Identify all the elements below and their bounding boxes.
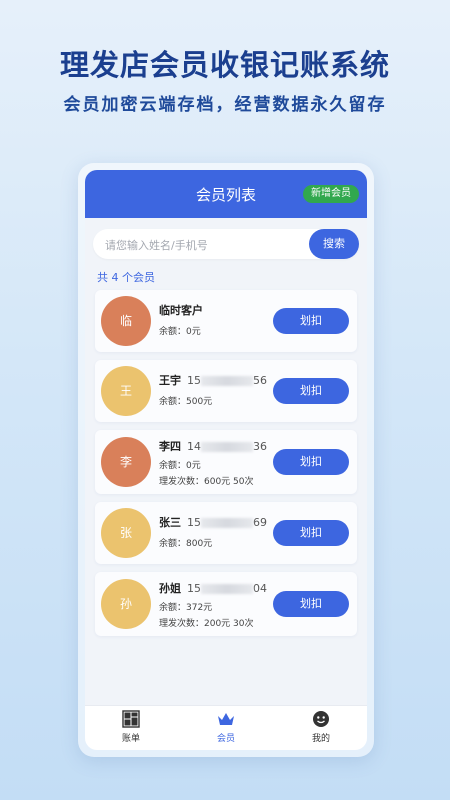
avatar: 李 <box>101 437 151 487</box>
member-name-row: 王宇 15 56 <box>159 372 267 388</box>
phone-prefix: 15 <box>187 374 201 387</box>
smiley-icon <box>291 710 351 728</box>
member-phone: 15 04 <box>187 582 267 595</box>
phone-prefix: 15 <box>187 516 201 529</box>
phone-prefix: 15 <box>187 582 201 595</box>
phone-suffix: 56 <box>253 374 267 387</box>
tab-profile[interactable]: 我的 <box>291 710 351 744</box>
phone-mask <box>201 442 253 452</box>
search-bar: 搜索 <box>93 229 359 261</box>
deduct-button[interactable]: 划扣 <box>273 378 349 404</box>
member-name-row: 李四 14 36 <box>159 438 267 454</box>
add-member-button[interactable]: 新增会员 <box>303 185 359 203</box>
grid-icon <box>101 710 161 728</box>
phone-mask <box>201 376 253 386</box>
phone-frame: 会员列表 新增会员 搜索 共 4 个会员 临 临时客户 余额：0元 划扣 王 王… <box>78 163 374 757</box>
deduct-button[interactable]: 划扣 <box>273 520 349 546</box>
member-card[interactable]: 临 临时客户 余额：0元 划扣 <box>95 290 357 352</box>
member-name-row: 临时客户 <box>159 302 203 318</box>
tab-label: 会员 <box>216 734 235 744</box>
avatar: 王 <box>101 366 151 416</box>
phone-mask <box>201 518 253 528</box>
member-card[interactable]: 王 王宇 15 56 余额：500元 划扣 <box>95 360 357 422</box>
phone-suffix: 69 <box>253 516 267 529</box>
member-name-row: 张三 15 69 <box>159 514 267 530</box>
phone-suffix: 04 <box>253 582 267 595</box>
tab-members[interactable]: 会员 <box>196 710 256 744</box>
member-balance: 余额：0元 <box>159 461 201 471</box>
member-name: 孙姐 <box>159 582 181 595</box>
member-balance: 余额：500元 <box>159 397 213 407</box>
member-name-row: 孙姐 15 04 <box>159 580 267 596</box>
app-header: 会员列表 新增会员 <box>85 170 367 218</box>
avatar: 张 <box>101 508 151 558</box>
member-card[interactable]: 孙 孙姐 15 04 余额：372元 理发次数：200元 30次 划扣 <box>95 572 357 636</box>
member-name: 临时客户 <box>159 304 203 317</box>
crown-icon <box>196 710 256 728</box>
member-phone: 15 69 <box>187 516 267 529</box>
tab-label: 我的 <box>311 734 330 744</box>
member-haircut-times: 理发次数：600元 50次 <box>159 477 254 487</box>
member-name: 张三 <box>159 516 181 529</box>
deduct-button[interactable]: 划扣 <box>273 308 349 334</box>
app-screen: 会员列表 新增会员 搜索 共 4 个会员 临 临时客户 余额：0元 划扣 王 王… <box>85 170 367 750</box>
avatar: 孙 <box>101 579 151 629</box>
promo-title: 理发店会员收银记账系统 <box>59 48 390 82</box>
phone-mask <box>201 584 253 594</box>
deduct-button[interactable]: 划扣 <box>273 449 349 475</box>
member-count: 共 4 个会员 <box>97 271 155 284</box>
member-card[interactable]: 李 李四 14 36 余额：0元 理发次数：600元 50次 划扣 <box>95 430 357 494</box>
avatar: 临 <box>101 296 151 346</box>
member-phone: 15 56 <box>187 374 267 387</box>
tab-bills[interactable]: 账单 <box>101 710 161 744</box>
member-name: 李四 <box>159 440 181 453</box>
tab-label: 账单 <box>121 734 140 744</box>
deduct-button[interactable]: 划扣 <box>273 591 349 617</box>
promo-subtitle: 会员加密云端存档，经营数据永久留存 <box>63 95 387 115</box>
member-name: 王宇 <box>159 374 181 387</box>
member-balance: 余额：372元 <box>159 603 213 613</box>
phone-suffix: 36 <box>253 440 267 453</box>
member-haircut-times: 理发次数：200元 30次 <box>159 619 254 629</box>
search-input[interactable] <box>103 229 297 261</box>
member-balance: 余额：0元 <box>159 327 201 337</box>
member-card[interactable]: 张 张三 15 69 余额：800元 划扣 <box>95 502 357 564</box>
member-phone: 14 36 <box>187 440 267 453</box>
phone-prefix: 14 <box>187 440 201 453</box>
bottom-tab-bar: 账单 会员 我的 <box>85 705 367 750</box>
search-button[interactable]: 搜索 <box>309 229 359 259</box>
member-balance: 余额：800元 <box>159 539 213 549</box>
